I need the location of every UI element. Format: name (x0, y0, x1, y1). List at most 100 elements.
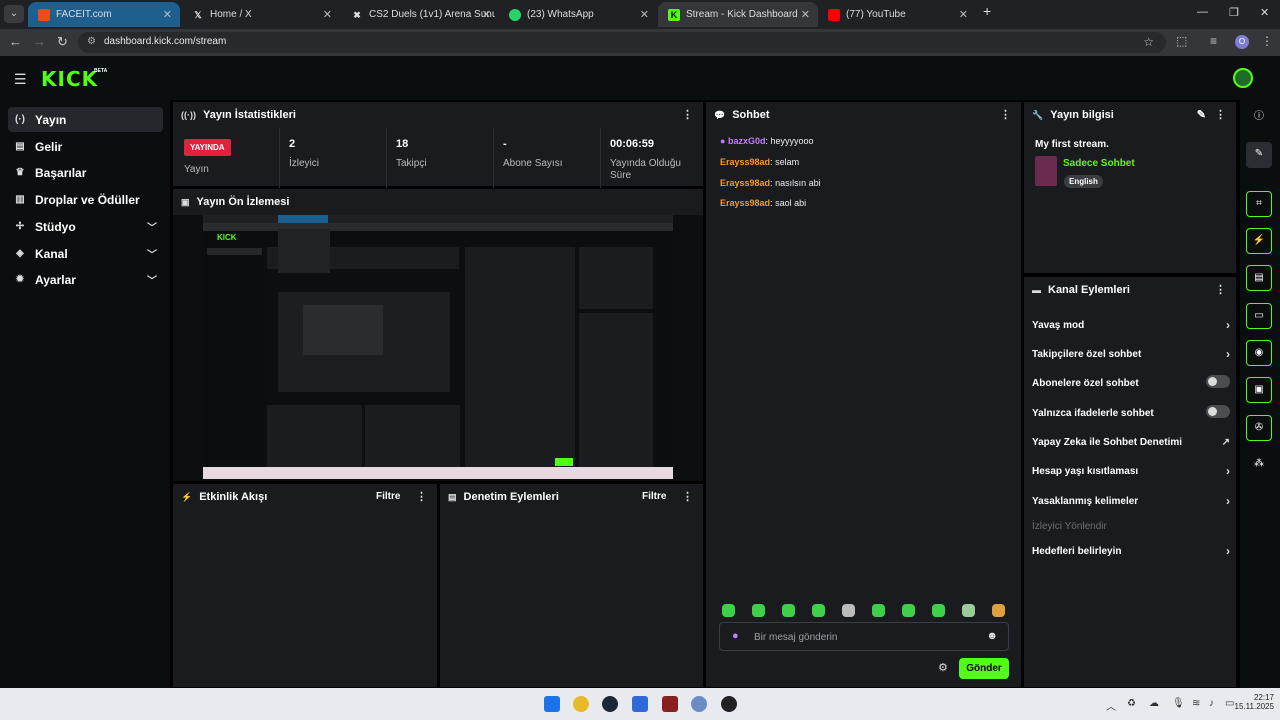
action-slow-mode[interactable]: Yavaş mod › (1032, 318, 1230, 332)
layout-icon[interactable]: ⁂ (1246, 452, 1272, 478)
emote-icon[interactable] (782, 604, 795, 617)
cloud-icon[interactable]: ☁ (1149, 698, 1159, 709)
more-menu-icon[interactable]: ⋮ (682, 108, 693, 121)
close-tab-icon[interactable]: ✕ (482, 8, 491, 21)
sidebar-item-studyo[interactable]: ✢ Stüdyo ﹀ (8, 214, 163, 239)
edit-pencil-icon[interactable]: ✎ (1246, 142, 1272, 168)
wrench-icon[interactable]: ✇ (1246, 415, 1272, 441)
close-tab-icon[interactable]: ✕ (323, 8, 332, 21)
steam-icon[interactable] (602, 696, 618, 712)
tab-x[interactable]: 𝕏 Home / X ✕ (182, 2, 340, 27)
broadcast-icon[interactable]: ◉ (1246, 340, 1272, 366)
tab-cs2[interactable]: ✖ CS2 Duels (1v1) Arena Sunucul ✕ (341, 2, 499, 27)
maximize-icon[interactable]: ❐ (1229, 6, 1239, 19)
sidebar-item-droplar[interactable]: ▥ Droplar ve Ödüller (8, 187, 163, 212)
clip-icon[interactable]: ⌗ (1246, 191, 1272, 217)
close-tab-icon[interactable]: ✕ (640, 8, 649, 21)
chat-icon[interactable]: ▭ (1246, 303, 1272, 329)
lightning-icon[interactable]: ⚡ (1246, 228, 1272, 254)
chrome-icon[interactable] (573, 696, 589, 712)
preview-icon: ▣ (181, 196, 190, 207)
browser-menu-icon[interactable]: ⋮ (1261, 34, 1273, 48)
action-subscribers-only[interactable]: Abonelere özel sohbet (1032, 375, 1230, 389)
tab-faceit[interactable]: FACEIT.com ✕ (28, 2, 180, 27)
new-tab-icon[interactable]: + (983, 3, 991, 19)
site-info-icon[interactable]: ⚙ (87, 36, 96, 47)
mic-icon[interactable]: 🎙 (1172, 698, 1185, 709)
app-icon[interactable] (632, 696, 648, 712)
filter-button[interactable]: Filtre (376, 491, 400, 502)
action-followers-only[interactable]: Takipçilere özel sohbet › (1032, 347, 1230, 361)
emote-icon[interactable] (722, 604, 735, 617)
user-avatar[interactable] (1233, 68, 1253, 88)
browser-profile-avatar[interactable]: O (1235, 35, 1249, 49)
more-menu-icon[interactable]: ⋮ (1215, 108, 1226, 121)
emote-icon[interactable] (992, 604, 1005, 617)
kick-logo[interactable]: KICK (41, 67, 98, 91)
close-tab-icon[interactable]: ✕ (959, 8, 968, 21)
minimize-icon[interactable]: — (1197, 6, 1208, 18)
stream-preview-video[interactable]: KICK (203, 215, 673, 479)
wifi-icon[interactable]: ≋ (1192, 698, 1200, 709)
emote-icon[interactable] (962, 604, 975, 617)
sidebar-item-kanal[interactable]: ◈ Kanal ﹀ (8, 241, 163, 266)
tab-whatsapp[interactable]: (23) WhatsApp ✕ (499, 2, 657, 27)
toggle-switch[interactable] (1206, 375, 1230, 388)
action-emotes-only[interactable]: Yalnızca ifadelerle sohbet (1032, 405, 1230, 419)
emote-icon[interactable] (872, 604, 885, 617)
settings-icon: ✹ (15, 274, 25, 285)
edit-pencil-icon[interactable]: ✎ (1197, 108, 1206, 121)
tray-app-icon[interactable]: ♻ (1127, 698, 1136, 709)
reload-icon[interactable]: ↻ (57, 34, 68, 50)
volume-icon[interactable]: ♪ (1209, 698, 1214, 709)
chat-input[interactable]: ● Bir mesaj gönderin ☻ (719, 622, 1009, 651)
action-ai-moderation[interactable]: Yapay Zeka ile Sohbet Denetimi ↗ (1032, 437, 1230, 448)
system-clock[interactable]: 22:17 15.11.2025 (1235, 693, 1274, 711)
tab-kick[interactable]: K Stream - Kick Dashboard ✕ (658, 2, 818, 27)
close-tab-icon[interactable]: ✕ (163, 8, 172, 21)
more-menu-icon[interactable]: ⋮ (1000, 108, 1011, 121)
more-menu-icon[interactable]: ⋮ (682, 490, 693, 503)
close-tab-icon[interactable]: ✕ (801, 8, 810, 21)
windows-start-icon[interactable] (544, 696, 560, 712)
sidebar-item-yayin[interactable]: (·) Yayın (8, 107, 163, 132)
action-account-age[interactable]: Hesap yaşı kısıtlaması › (1032, 464, 1230, 478)
emote-icon[interactable] (812, 604, 825, 617)
more-menu-icon[interactable]: ⋮ (416, 490, 427, 503)
back-icon[interactable]: ← (9, 34, 22, 49)
obs-icon[interactable] (721, 696, 737, 712)
media-icon[interactable]: ≡ (1210, 34, 1217, 48)
toggle-switch[interactable] (1206, 405, 1230, 418)
moderation-actions-panel: ▤ Denetim Eylemleri Filtre ⋮ (440, 484, 703, 687)
sidebar-item-basarilar[interactable]: ♛ Başarılar (8, 160, 163, 185)
emote-icon[interactable] (842, 604, 855, 617)
category-link[interactable]: Sadece Sohbet (1063, 158, 1135, 169)
bookmark-star-icon[interactable]: ☆ (1143, 35, 1154, 49)
tab-search-icon[interactable]: ⌄ (4, 5, 24, 23)
emoji-icon[interactable]: ☻ (986, 630, 998, 642)
emote-icon[interactable] (932, 604, 945, 617)
info-icon[interactable]: ⓘ (1246, 105, 1272, 131)
notes-icon[interactable]: ▤ (1246, 265, 1272, 291)
sidebar-item-gelir[interactable]: ▤ Gelir (8, 134, 163, 159)
app-icon[interactable] (691, 696, 707, 712)
forward-icon[interactable]: → (33, 34, 46, 49)
close-window-icon[interactable]: ✕ (1260, 6, 1269, 19)
filter-button[interactable]: Filtre (642, 491, 666, 502)
faceit-app-icon[interactable] (662, 696, 678, 712)
action-goals[interactable]: Hedefleri belirleyin › (1032, 544, 1230, 558)
tab-youtube[interactable]: (77) YouTube ✕ (818, 2, 976, 27)
emote-icon[interactable] (752, 604, 765, 617)
more-menu-icon[interactable]: ⋮ (1215, 283, 1226, 296)
chat-settings-icon[interactable]: ⚙ (938, 661, 948, 674)
video-icon[interactable]: ▣ (1246, 377, 1272, 403)
send-button[interactable]: Gönder (959, 658, 1009, 679)
chat-icon: 💬 (714, 109, 726, 120)
tray-chevron-icon[interactable]: ︿ (1106, 698, 1116, 713)
action-banned-words[interactable]: Yasaklanmış kelimeler › (1032, 494, 1230, 508)
hamburger-menu-icon[interactable]: ☰ (14, 71, 27, 88)
emote-icon[interactable] (902, 604, 915, 617)
url-field[interactable]: ⚙ dashboard.kick.com/stream ☆ (78, 32, 1166, 53)
sidebar-item-ayarlar[interactable]: ✹ Ayarlar ﹀ (8, 267, 163, 292)
extensions-icon[interactable]: ⬚ (1176, 34, 1187, 48)
